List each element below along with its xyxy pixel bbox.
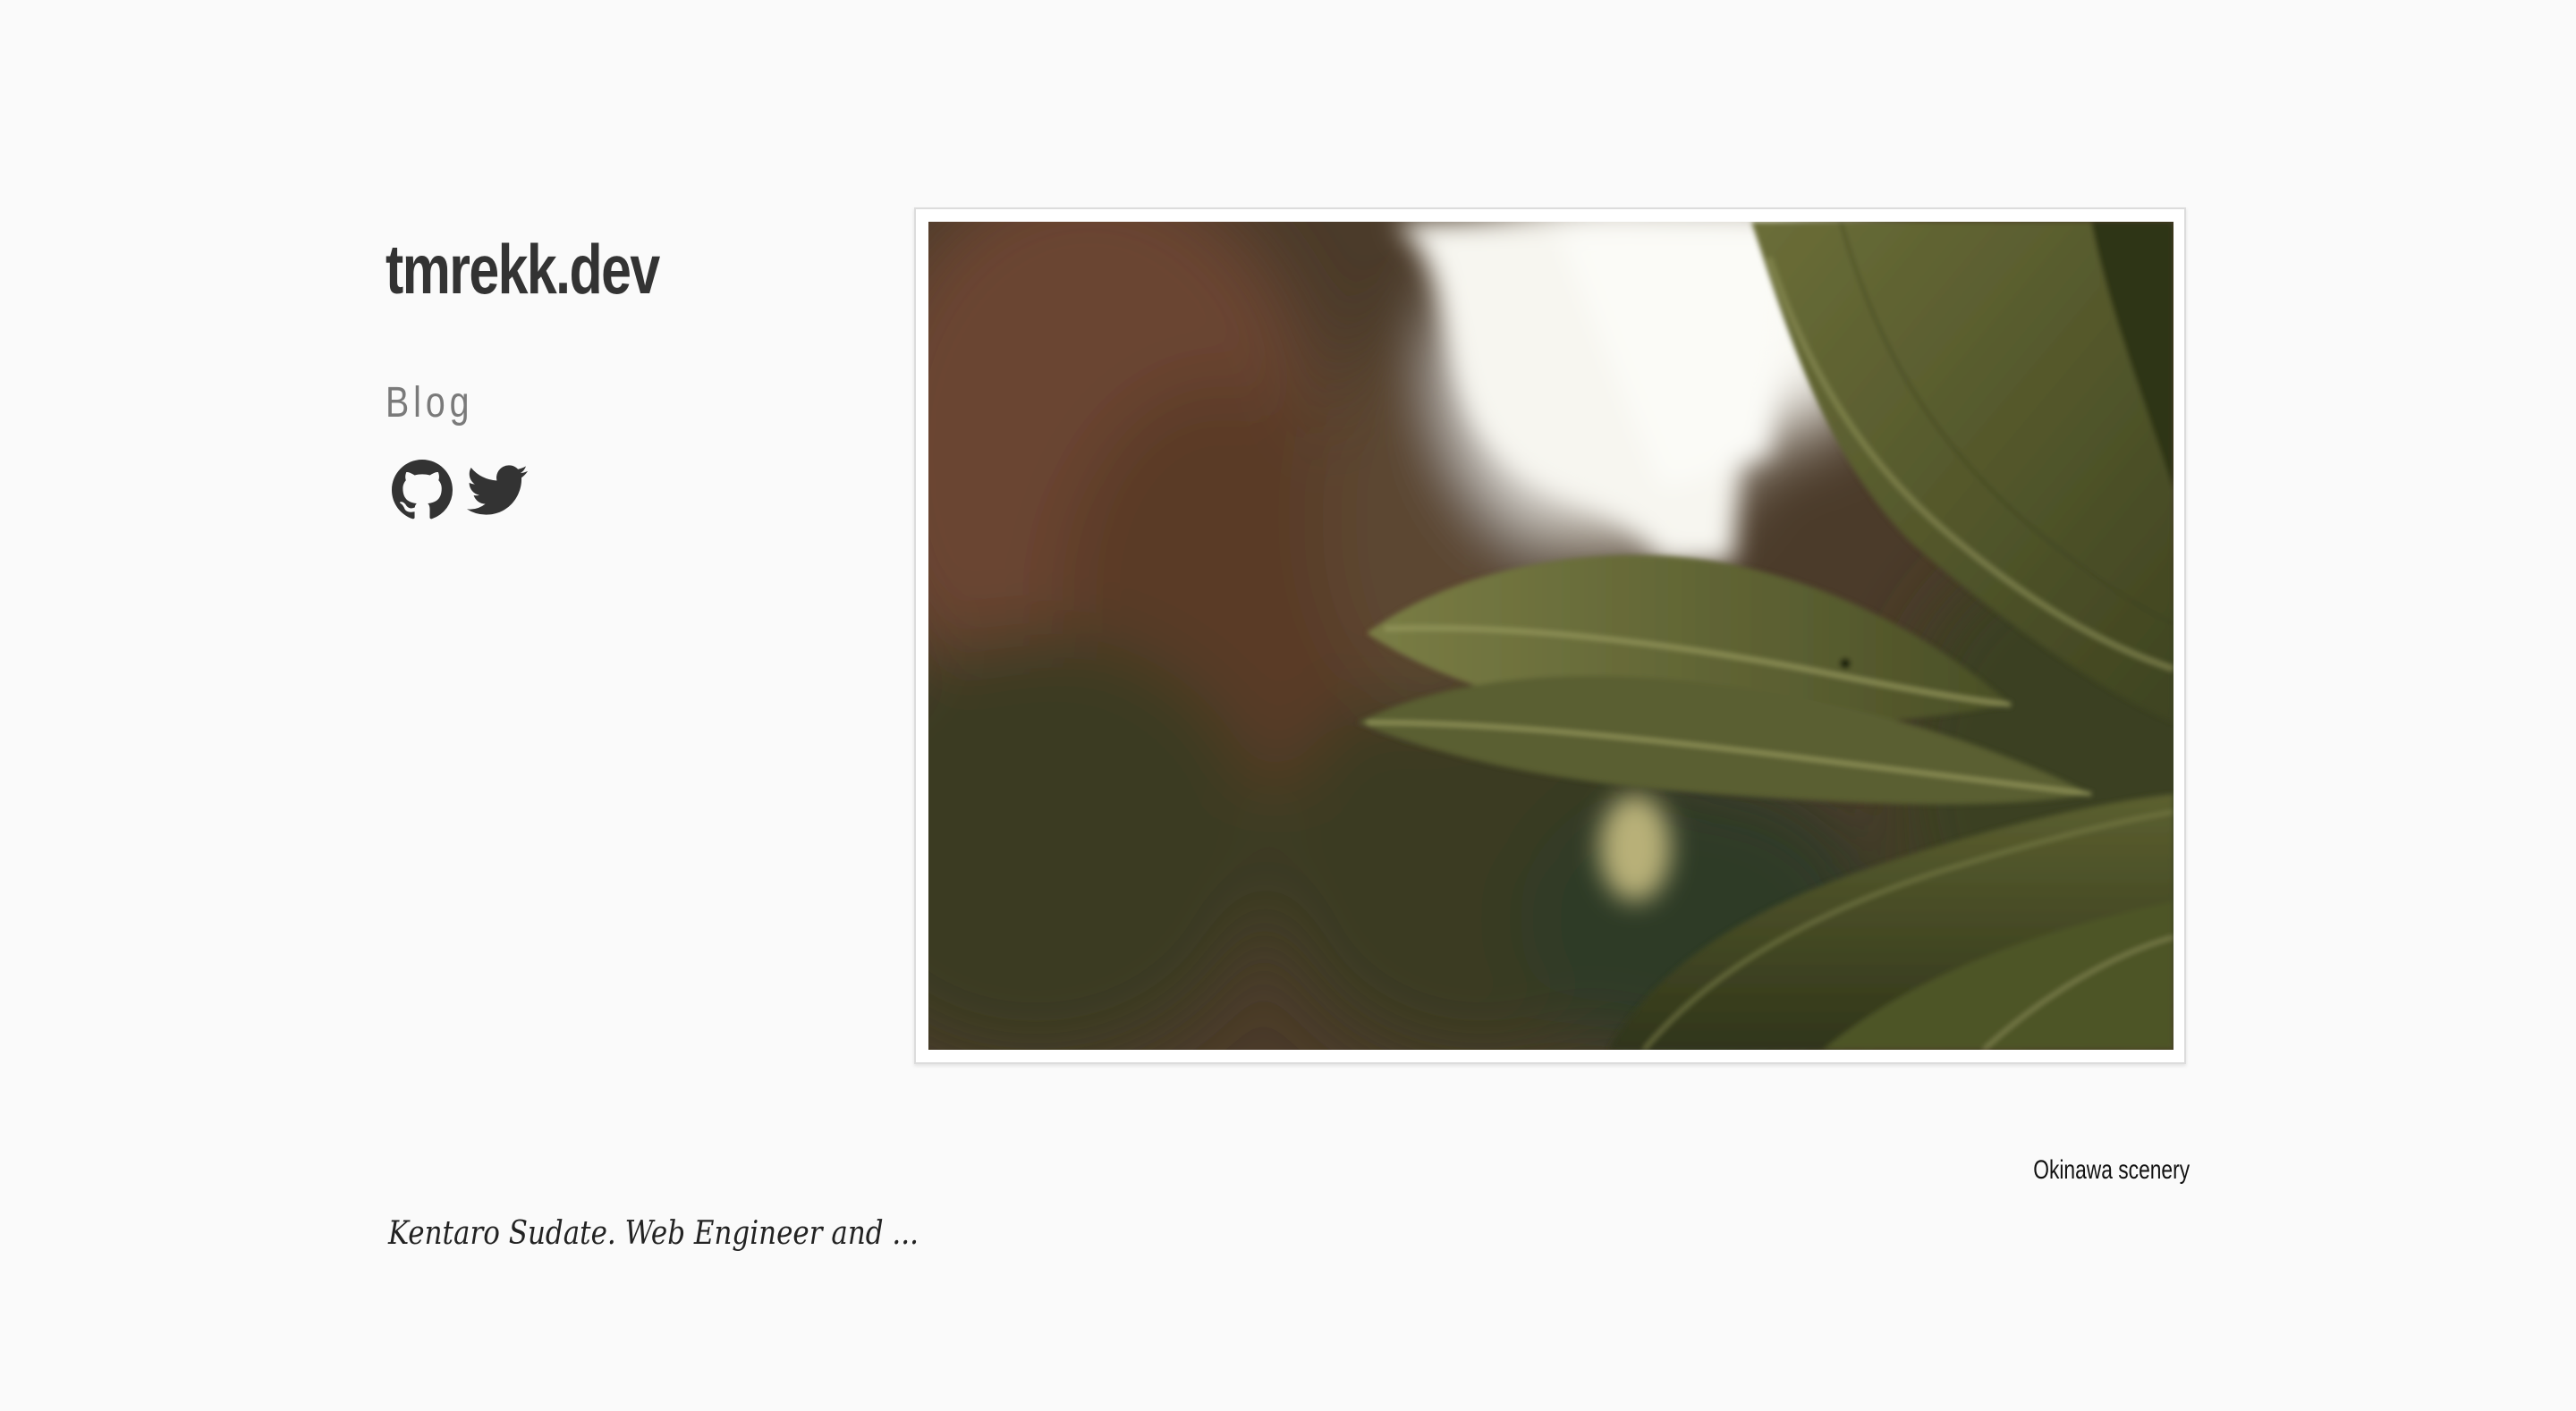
twitter-icon: [467, 465, 528, 515]
hero-photo: [928, 222, 2174, 1050]
okinawa-leaves-photo: [928, 222, 2174, 1050]
photo-caption: Okinawa scenery: [2033, 1155, 2190, 1185]
github-icon: [392, 460, 453, 520]
social-links: [392, 460, 528, 520]
footer-tagline: Kentaro Sudate. Web Engineer and ...: [388, 1215, 919, 1252]
github-link[interactable]: [392, 460, 453, 520]
twitter-link[interactable]: [467, 460, 528, 520]
site-title-link[interactable]: tmrekk.dev: [386, 234, 660, 304]
nav-blog-link[interactable]: Blog: [386, 382, 473, 425]
hero-photo-frame: [914, 207, 2186, 1064]
